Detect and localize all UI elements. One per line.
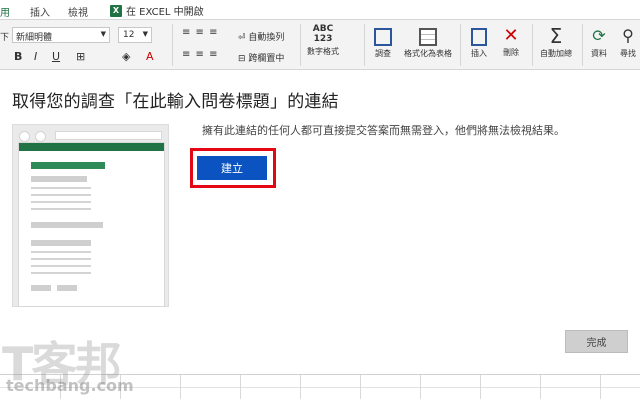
wrap-text-icon: ⏎ <box>238 33 249 43</box>
preview-option-line <box>31 265 91 267</box>
preview-option-line <box>31 272 91 274</box>
font-name-select[interactable]: 新細明體 ▼ <box>12 27 110 43</box>
insert-cells-icon <box>471 28 487 46</box>
find-button[interactable]: ⚲ 尋找 <box>616 24 640 59</box>
preview-option-line <box>31 208 91 210</box>
number-format-button[interactable]: ABC 123 數字格式 <box>303 24 343 57</box>
align-left-icon[interactable]: ≡ ≡ ≡ <box>182 49 219 60</box>
refresh-icon: ⟳ <box>592 26 606 45</box>
merge-icon: ⊟ <box>238 54 249 64</box>
insert-cells-button[interactable]: 插入 <box>466 24 492 59</box>
preview-button <box>57 285 77 291</box>
binoculars-icon: ⚲ <box>622 26 634 45</box>
survey-label: 調查 <box>375 49 391 58</box>
table-icon <box>419 28 437 46</box>
grid-column-line <box>300 375 301 399</box>
tab-view[interactable]: 檢視 <box>68 4 88 19</box>
preview-question-line <box>31 222 103 228</box>
preview-button <box>31 285 51 291</box>
ribbon-separator <box>300 24 301 66</box>
preview-window-dot <box>35 131 46 142</box>
number-format-icon: ABC 123 <box>312 24 334 44</box>
find-label: 尋找 <box>620 49 636 58</box>
open-in-excel-button[interactable]: X 在 EXCEL 中開啟 <box>110 3 204 18</box>
grid-column-line <box>360 375 361 399</box>
font-group-label: 下 <box>0 33 10 43</box>
watermark-url: techbang.com <box>6 376 134 395</box>
sigma-icon: Σ <box>549 24 563 48</box>
survey-preview-illustration <box>12 124 169 307</box>
preview-address-bar <box>55 131 162 140</box>
create-link-button[interactable]: 建立 <box>197 156 267 180</box>
highlight-box: 建立 <box>190 148 276 188</box>
bold-button[interactable]: B <box>14 50 22 63</box>
open-in-excel-label: 在 EXCEL 中開啟 <box>126 7 204 18</box>
ribbon-separator <box>532 24 533 66</box>
format-as-table-button[interactable]: 格式化為表格 <box>400 24 456 59</box>
excel-icon: X <box>110 4 122 17</box>
grid-column-line <box>600 375 601 399</box>
insert-cells-label: 插入 <box>471 49 487 58</box>
preview-option-line <box>31 258 91 260</box>
delete-cells-icon: ✕ <box>503 25 519 46</box>
preview-option-line <box>31 187 91 189</box>
tab-file[interactable]: 用 <box>0 4 10 19</box>
preview-option-line <box>31 251 91 253</box>
chevron-down-icon: ▼ <box>100 30 106 38</box>
preview-question-line <box>31 240 91 246</box>
ribbon-separator <box>364 24 365 66</box>
grid-column-line <box>180 375 181 399</box>
done-button[interactable]: 完成 <box>565 330 628 353</box>
wrap-text-label: 自動換列 <box>248 33 285 43</box>
survey-icon <box>374 28 392 46</box>
font-color-icon[interactable]: A <box>146 50 154 63</box>
underline-button[interactable]: U <box>52 50 60 63</box>
delete-cells-label: 刪除 <box>503 48 519 57</box>
delete-cells-button[interactable]: ✕ 刪除 <box>498 24 524 58</box>
ribbon-separator <box>172 24 173 66</box>
grid-column-line <box>480 375 481 399</box>
autosum-button[interactable]: Σ 自動加總 <box>536 24 576 59</box>
autosum-label: 自動加總 <box>540 49 572 58</box>
chevron-down-icon: ▼ <box>142 30 148 38</box>
merge-center-label: 跨欄置中 <box>248 54 285 64</box>
link-info-text: 擁有此連結的任何人都可直接提交答案而無需登入，他們將無法檢視結果。 <box>202 124 565 137</box>
preview-window-dot <box>19 131 30 142</box>
survey-button[interactable]: 調查 <box>370 24 396 59</box>
fill-color-icon[interactable]: ◈ <box>122 50 130 63</box>
preview-option-line <box>31 194 91 196</box>
data-button[interactable]: ⟳ 資料 <box>586 24 612 59</box>
font-size-select[interactable]: 12 ▼ <box>118 27 152 43</box>
preview-option-line <box>31 201 91 203</box>
ribbon-separator <box>582 24 583 66</box>
font-name-value: 新細明體 <box>16 33 53 43</box>
ribbon-separator <box>460 24 461 66</box>
ribbon-tab-bar: 用 插入 檢視 X 在 EXCEL 中開啟 <box>0 0 640 20</box>
italic-button[interactable]: I <box>34 50 37 63</box>
grid-column-line <box>540 375 541 399</box>
borders-icon[interactable]: ⊞ <box>76 50 85 63</box>
align-top-icon[interactable]: ≡ ≡ ≡ <box>182 27 219 38</box>
grid-column-line <box>240 375 241 399</box>
preview-page <box>18 142 165 307</box>
data-label: 資料 <box>591 49 607 58</box>
number-format-label: 數字格式 <box>307 47 339 56</box>
wrap-text-button[interactable]: ⏎ 自動換列 <box>238 30 284 43</box>
grid-column-line <box>420 375 421 399</box>
preview-question-line <box>31 176 87 182</box>
merge-center-button[interactable]: ⊟ 跨欄置中 <box>238 51 284 64</box>
font-size-value: 12 <box>123 30 135 40</box>
dialog-title: 取得您的調查「在此輸入問卷標題」的連結 <box>12 92 339 112</box>
preview-header-bar <box>19 143 164 151</box>
preview-title-line <box>31 162 105 169</box>
excel-ribbon: 用 插入 檢視 X 在 EXCEL 中開啟 下 新細明體 ▼ 12 ▼ B I … <box>0 0 640 70</box>
format-as-table-label: 格式化為表格 <box>404 49 452 58</box>
tab-insert[interactable]: 插入 <box>30 4 50 19</box>
